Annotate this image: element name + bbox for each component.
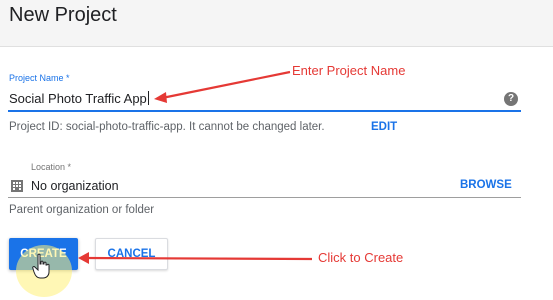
building-icon (11, 180, 23, 192)
dialog-header: New Project (0, 0, 553, 47)
arrow-to-project-name (161, 70, 291, 100)
text-caret (147, 91, 149, 105)
location-select[interactable]: No organization (31, 179, 119, 193)
project-name-underline (8, 110, 521, 112)
location-label: Location * (31, 162, 72, 172)
annotation-enter-name: Enter Project Name (292, 63, 406, 78)
location-underline (8, 197, 521, 198)
browse-button[interactable]: BROWSE (460, 179, 512, 191)
page-title: New Project (9, 4, 117, 26)
arrow-head-project-name (154, 92, 167, 103)
location-helper-text: Parent organization or folder (9, 204, 155, 216)
project-name-label: Project Name * (9, 73, 70, 83)
hand-cursor-icon (32, 253, 50, 279)
project-name-input[interactable]: Social Photo Traffic App (9, 91, 149, 106)
arrow-head-create (78, 252, 89, 264)
help-circle-icon[interactable]: ? (504, 92, 518, 106)
annotation-click-create: Click to Create (318, 250, 404, 265)
project-id-text: Project ID: social-photo-traffic-app. It… (9, 121, 325, 133)
cancel-button[interactable]: CANCEL (95, 238, 168, 270)
project-name-value: Social Photo Traffic App (9, 91, 147, 106)
edit-project-id-link[interactable]: EDIT (371, 121, 397, 133)
